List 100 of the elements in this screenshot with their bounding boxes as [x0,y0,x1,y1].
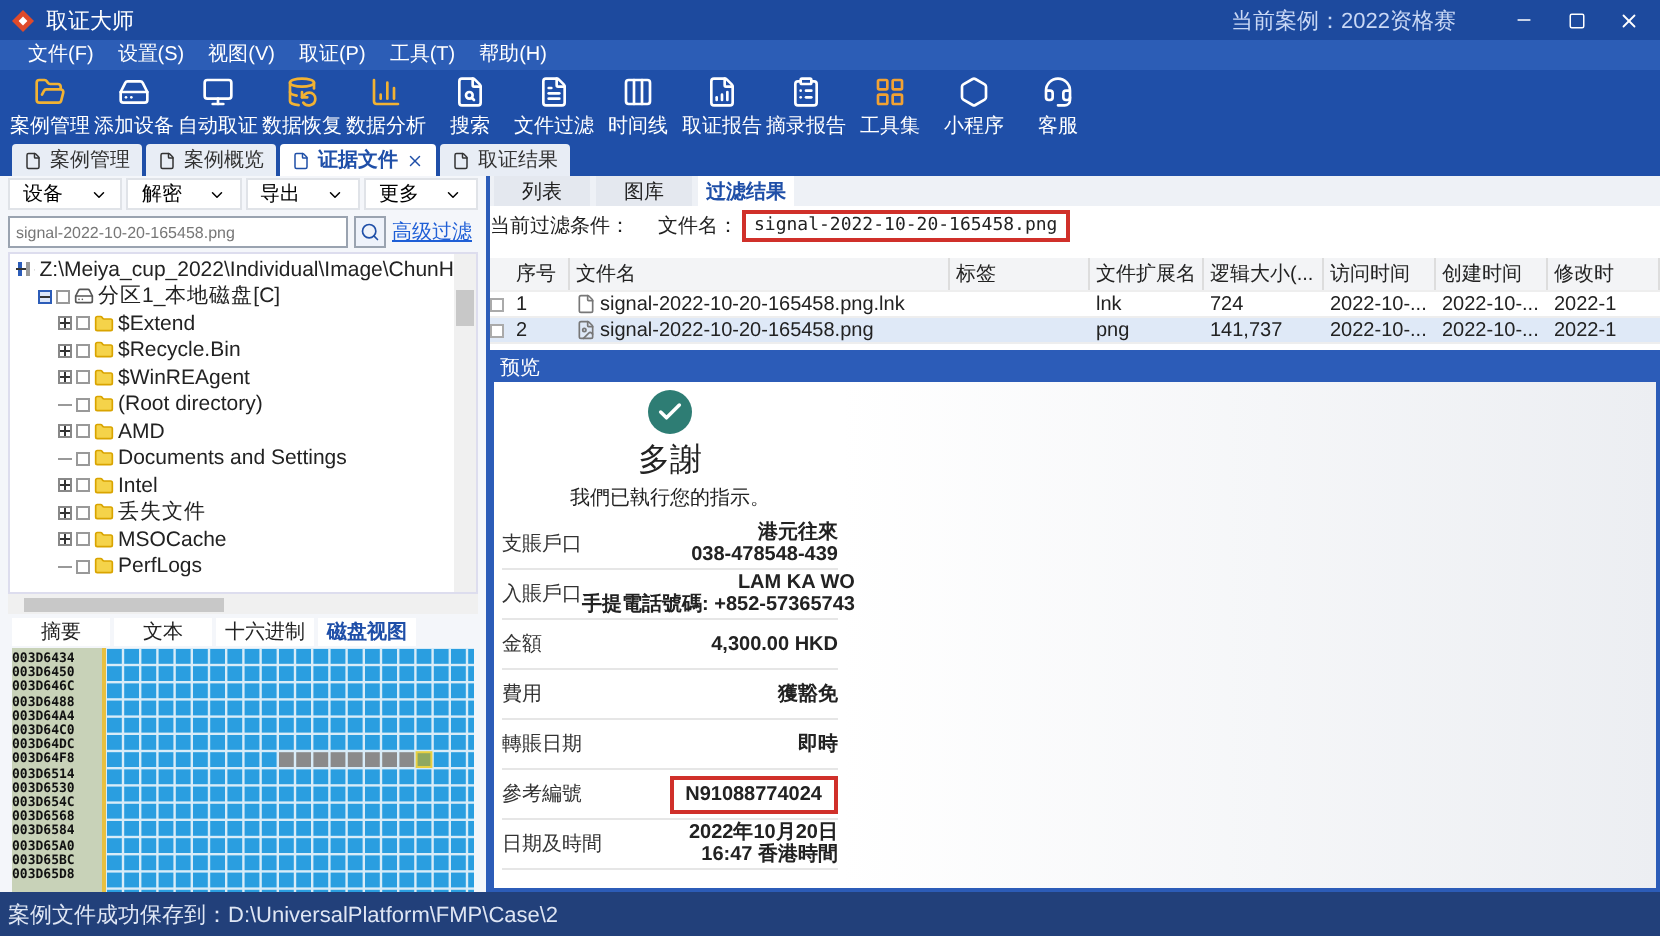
dropdown-button[interactable]: 更多 [363,178,478,210]
toolbar-button[interactable]: 时间线 [596,74,680,142]
table-cell-text: 2022-1 [1552,293,1619,315]
menu-item[interactable]: 设置(S) [105,40,197,70]
file-icon [576,294,596,314]
folder-icon [94,340,114,361]
tree-item[interactable]: PerfLogs [10,553,454,580]
toolbar-button[interactable]: 添加设备 [92,74,176,142]
folder-icon [94,556,114,577]
table-cell: signal-2022-10-20-165458.png [570,319,950,341]
current-case: 当前案例：2022资格赛 [1231,7,1456,35]
tab[interactable]: 摘要 [12,618,110,646]
toolbar-button[interactable]: 客服 [1016,74,1100,142]
table-cell-text: 2022-10-... [1328,319,1429,341]
toolbar-button[interactable]: 文件过滤 [512,74,596,142]
tree-item[interactable]: Intel [10,472,454,499]
tab[interactable]: 文本 [114,618,212,646]
table-cell-text: 2022-10-... [1440,319,1541,341]
table-cell-text: lnk [1094,293,1124,315]
document-icon [538,76,570,108]
tab[interactable]: 案例管理 [12,144,142,176]
tree-item[interactable]: 丢失文件 [10,499,454,526]
tab[interactable]: 过滤结果 [698,176,794,206]
dropdown-button[interactable]: 设备 [8,178,123,210]
tree-item[interactable]: MSOCache [10,526,454,553]
toolbar-button[interactable]: 数据恢复 [260,74,344,142]
menu-item[interactable]: 帮助(H) [467,40,559,70]
toolbar-button[interactable]: 小程序 [932,74,1016,142]
expand-icon[interactable] [58,370,72,385]
table-cell: signal-2022-10-20-165458.png.lnk [570,293,950,315]
document-icon [292,151,310,169]
dropdown-button[interactable]: 解密 [126,178,241,210]
image-file-icon [576,320,596,340]
close-icon[interactable] [406,151,424,169]
toolbar-button[interactable]: 摘录报告 [764,74,848,142]
toolbar-button[interactable]: 工具集 [848,74,932,142]
column-header[interactable]: 访问时间 [1324,258,1436,290]
tree-item[interactable]: $Recycle.Bin [10,337,454,364]
column-header[interactable]: 修改时 [1548,258,1660,290]
tree-item[interactable]: AMD [10,418,454,445]
expand-icon[interactable] [58,343,72,358]
checkmark-icon [656,398,684,426]
menu-item[interactable]: 文件(F) [16,40,106,70]
toolbar-button[interactable]: 搜索 [428,74,512,142]
table-cell-text: 2 [514,319,530,341]
advanced-filter-link[interactable]: 高级过滤 [392,218,472,246]
monitor-icon [202,76,234,108]
column-header[interactable]: 文件名 [570,258,950,290]
folder-icon [94,313,114,334]
search-field[interactable]: signal-2022-10-20-165458.png [8,216,348,248]
table-cell-text: 1 [514,293,530,315]
expand-icon[interactable] [58,316,72,331]
tab[interactable]: 取证结果 [440,144,570,176]
tree-item[interactable]: $Extend [10,310,454,337]
table-cell-text: 2022-1 [1552,319,1619,341]
dropdown-button[interactable]: 导出 [245,178,360,210]
menu-item[interactable]: 视图(V) [196,40,287,70]
search-button[interactable] [354,216,386,248]
table-cell-text: 724 [1208,293,1246,315]
table-row[interactable]: 2 signal-2022-10-20-165458.png png 141,737 2022-10-... 2022-10-... 2022-1 [490,318,1660,344]
table-row[interactable]: 1 signal-2022-10-20-165458.png.lnk lnk 724 2022-10-... 2022-10-... 2022-1 [490,292,1660,318]
tree-item[interactable]: $WinREAgent [10,364,454,391]
receipt-message: 我們已執行您的指示。 [570,485,770,512]
toolbar-button[interactable]: 案例管理 [8,74,92,142]
column-header[interactable]: 逻辑大小(... [1204,258,1324,290]
receipt-label: 參考編號 [502,781,582,808]
tree-item[interactable]: (Root directory) [10,391,454,418]
column-header[interactable]: 文件扩展名 [1090,258,1204,290]
expand-icon[interactable] [58,505,72,520]
tab[interactable]: 列表 [494,176,590,206]
receipt-value: N91088774024 [669,775,838,813]
tree-item[interactable]: 分区1_本地磁盘[C] [10,283,454,310]
receipt-value: 獲豁免 [778,683,838,705]
expand-icon[interactable] [58,424,72,439]
scrollbar[interactable] [8,594,478,614]
folder-icon [94,529,114,550]
tab[interactable]: 图库 [596,176,692,206]
column-header[interactable]: 序号 [510,258,570,290]
filter-label: 当前过滤条件： [490,213,630,240]
receipt-label: 支賬戶口 [502,531,582,558]
menu-item[interactable]: 工具(T) [377,40,468,70]
expand-icon[interactable] [58,478,72,493]
tab[interactable]: 十六进制 [216,618,314,646]
scrollbar[interactable] [454,254,476,592]
grid-icon [874,76,906,108]
toolbar-button[interactable]: 数据分析 [344,74,428,142]
tree-item[interactable]: Z:\Meiya_cup_2022\Individual\Image\ChunH [10,256,454,283]
menu-item[interactable]: 取证(P) [286,40,378,70]
tree-item[interactable]: Documents and Settings [10,445,454,472]
toolbar-button[interactable]: 自动取证 [176,74,260,142]
tab[interactable]: 证据文件 [280,144,436,176]
column-header[interactable]: 标签 [950,258,1090,290]
column-header[interactable]: 创建时间 [1436,258,1548,290]
toolbar-button[interactable]: 取证报告 [680,74,764,142]
filter-value: signal-2022-10-20-165458.png [742,210,1070,242]
tab[interactable]: 磁盘视图 [318,618,416,646]
maximize-icon [1567,11,1585,29]
receipt-heading: 多謝 [638,441,702,482]
expand-icon[interactable] [58,532,72,547]
tab[interactable]: 案例概览 [146,144,276,176]
